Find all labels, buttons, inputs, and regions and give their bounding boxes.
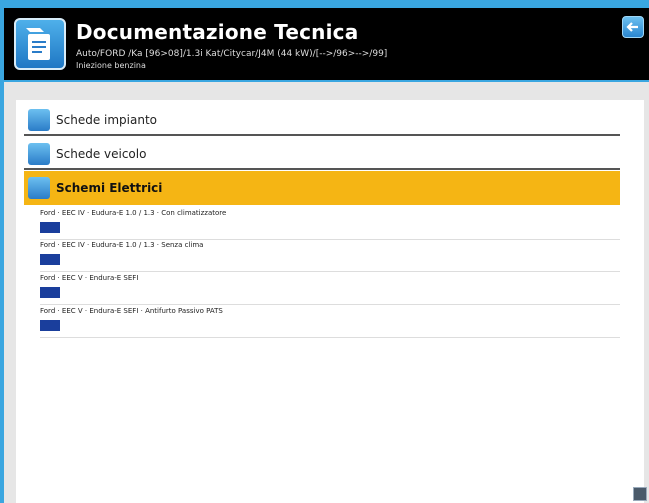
app-header: Documentazione Tecnica Auto/FORD /Ka [96… bbox=[4, 8, 649, 80]
list-item[interactable]: Ford · EEC V · Endura-E SEFI bbox=[40, 274, 620, 305]
list-item[interactable]: Ford · EEC V · Endura-E SEFI · Antifurto… bbox=[40, 307, 620, 338]
arrow-left-icon bbox=[626, 22, 638, 32]
item-title: Ford · EEC IV · Eudura-E 1.0 / 1.3 · Sen… bbox=[40, 241, 204, 249]
wiring-icon bbox=[28, 177, 50, 199]
menu-item-schemi-elettrici[interactable]: Schemi Elettrici bbox=[24, 171, 620, 205]
document-icon bbox=[28, 109, 50, 131]
item-title: Ford · EEC IV · Eudura-E 1.0 / 1.3 · Con… bbox=[40, 209, 227, 217]
menu-label: Schemi Elettrici bbox=[56, 181, 163, 195]
menu-label: Schede veicolo bbox=[56, 147, 147, 161]
resize-handle[interactable] bbox=[633, 487, 647, 501]
eu-flag-icon bbox=[40, 254, 60, 265]
document-icon bbox=[28, 143, 50, 165]
menu-label: Schede impianto bbox=[56, 113, 157, 127]
eu-flag-icon bbox=[40, 222, 60, 233]
content-panel: Schede impianto Schede veicolo Schemi El… bbox=[16, 100, 644, 503]
item-title: Ford · EEC V · Endura-E SEFI bbox=[40, 274, 139, 282]
menu-item-schede-impianto[interactable]: Schede impianto bbox=[24, 106, 620, 136]
fuel-system: Iniezione benzina bbox=[76, 61, 146, 70]
item-title: Ford · EEC V · Endura-E SEFI · Antifurto… bbox=[40, 307, 223, 315]
page-title: Documentazione Tecnica bbox=[76, 20, 359, 44]
back-button[interactable] bbox=[622, 16, 644, 38]
vehicle-path: Auto/FORD /Ka [96>08]/1.3i Kat/Citycar/J… bbox=[76, 49, 388, 59]
list-item[interactable]: Ford · EEC IV · Eudura-E 1.0 / 1.3 · Sen… bbox=[40, 241, 620, 272]
eu-flag-icon bbox=[40, 287, 60, 298]
content-frame: Schede impianto Schede veicolo Schemi El… bbox=[4, 82, 649, 503]
tools-document-icon bbox=[14, 18, 66, 70]
eu-flag-icon bbox=[40, 320, 60, 331]
list-item[interactable]: Ford · EEC IV · Eudura-E 1.0 / 1.3 · Con… bbox=[40, 209, 620, 240]
menu-item-schede-veicolo[interactable]: Schede veicolo bbox=[24, 140, 620, 170]
